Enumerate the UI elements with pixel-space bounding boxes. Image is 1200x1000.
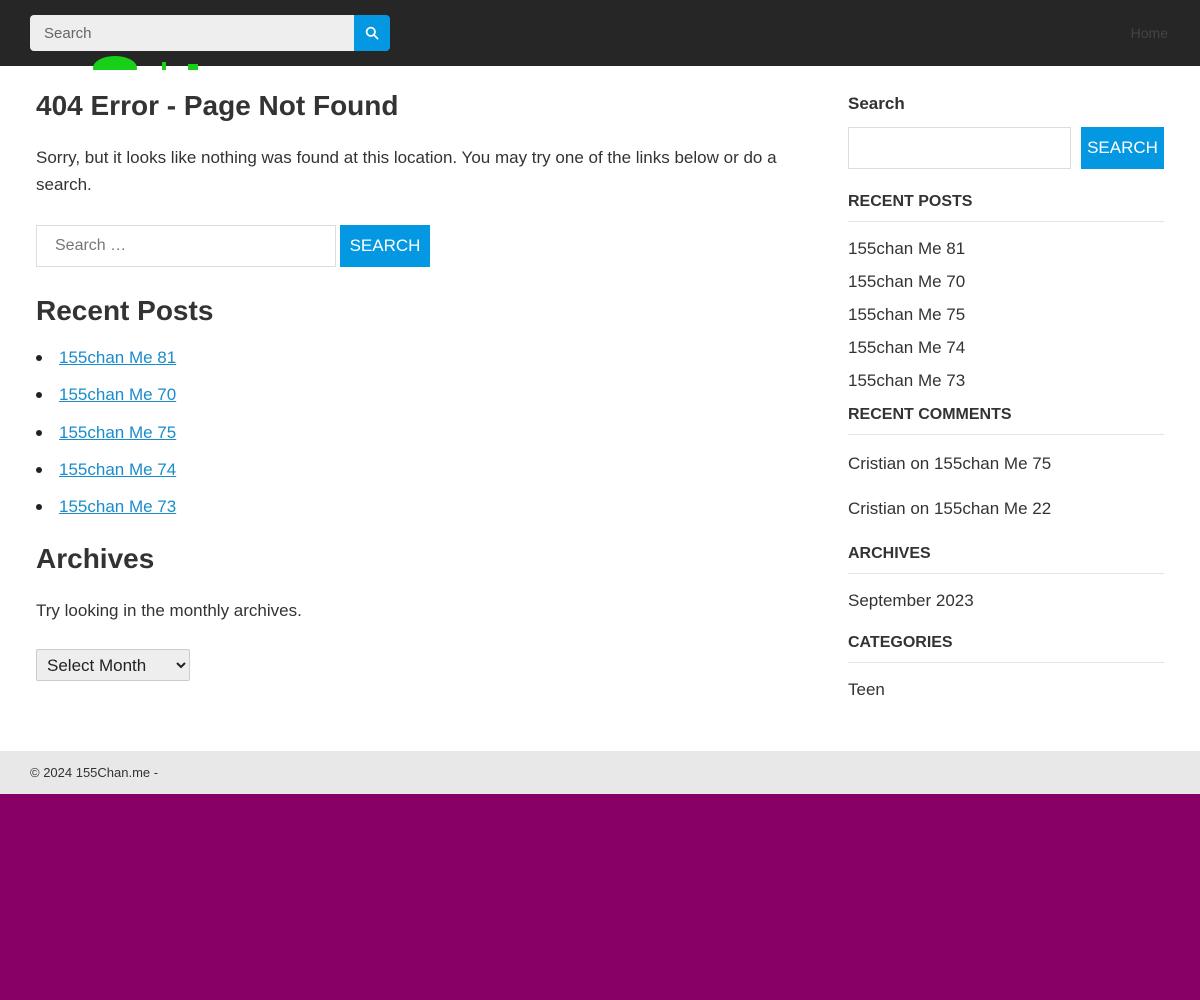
sidebar-recent-post[interactable]: 155chan Me 70 bbox=[848, 271, 1164, 304]
site-logo[interactable] bbox=[90, 52, 220, 70]
archives-text: Try looking in the monthly archives. bbox=[36, 601, 302, 621]
list-item: 155chan Me 81 bbox=[36, 347, 796, 384]
list-item: 155chan Me 74 bbox=[36, 459, 796, 496]
sidebar-search-label: Search bbox=[848, 94, 905, 113]
sidebar-search-form: SEARCH bbox=[848, 127, 1164, 169]
list-item: 155chan Me 75 bbox=[36, 422, 796, 459]
nav-link-home[interactable]: Home bbox=[1131, 25, 1168, 41]
month-select[interactable]: Select Month bbox=[36, 649, 190, 682]
main-search-input[interactable] bbox=[36, 225, 336, 267]
sidebar-archives-heading: ARCHIVES bbox=[848, 544, 1164, 574]
footer-copyright: © 2024 155Chan.me - bbox=[30, 765, 159, 780]
recent-post-link[interactable]: 155chan Me 74 bbox=[59, 460, 176, 479]
logo-graphic bbox=[93, 56, 198, 70]
search-icon bbox=[365, 26, 379, 40]
sidebar-recent-comments-heading: RECENT COMMENTS bbox=[848, 405, 1164, 435]
sidebar-search-input[interactable] bbox=[848, 127, 1071, 169]
sidebar-category-link[interactable]: Teen bbox=[848, 679, 1164, 701]
list-item: 155chan Me 73 bbox=[36, 496, 796, 533]
sidebar-search-button[interactable]: SEARCH bbox=[1081, 127, 1164, 169]
header-search-button[interactable] bbox=[354, 15, 390, 51]
sidebar-recent-posts-heading: RECENT POSTS bbox=[848, 192, 1164, 222]
recent-post-link[interactable]: 155chan Me 70 bbox=[59, 385, 176, 404]
recent-posts-heading: Recent Posts bbox=[36, 295, 214, 326]
header-search-form bbox=[30, 15, 390, 51]
sidebar-recent-comment[interactable]: Cristian on 155chan Me 22 bbox=[848, 498, 1164, 543]
sidebar-recent-post[interactable]: 155chan Me 81 bbox=[848, 238, 1164, 271]
sidebar-archives-list: September 2023 bbox=[848, 590, 1164, 612]
main-search-form: SEARCH bbox=[36, 225, 796, 267]
recent-posts-list: 155chan Me 81 155chan Me 70 155chan Me 7… bbox=[36, 347, 796, 533]
content-area: 404 Error - Page Not Found Sorry, but it… bbox=[0, 66, 1200, 751]
error-message: Sorry, but it looks like nothing was fou… bbox=[36, 148, 777, 194]
sidebar-recent-post[interactable]: 155chan Me 73 bbox=[848, 370, 1164, 403]
main-column: 404 Error - Page Not Found Sorry, but it… bbox=[36, 88, 796, 682]
recent-post-link[interactable]: 155chan Me 73 bbox=[59, 497, 176, 516]
sidebar-archive-link[interactable]: September 2023 bbox=[848, 590, 1164, 612]
page-title: 404 Error - Page Not Found bbox=[36, 90, 399, 121]
recent-post-link[interactable]: 155chan Me 75 bbox=[59, 423, 176, 442]
sidebar-recent-comment[interactable]: Cristian on 155chan Me 75 bbox=[848, 453, 1164, 498]
sidebar-recent-post[interactable]: 155chan Me 74 bbox=[848, 337, 1164, 370]
archives-heading: Archives bbox=[36, 543, 155, 575]
sidebar-categories-heading: CATEGORIES bbox=[848, 633, 1164, 663]
sidebar: Search SEARCH RECENT POSTS 155chan Me 81… bbox=[848, 94, 1164, 701]
main-search-button[interactable]: SEARCH bbox=[340, 225, 430, 267]
list-item: 155chan Me 70 bbox=[36, 384, 796, 421]
sidebar-categories-list: Teen bbox=[848, 679, 1164, 701]
sidebar-recent-comments-list: Cristian on 155chan Me 75 Cristian on 15… bbox=[848, 453, 1164, 543]
header-search-input[interactable] bbox=[30, 15, 354, 51]
sidebar-recent-post[interactable]: 155chan Me 75 bbox=[848, 304, 1164, 337]
recent-post-link[interactable]: 155chan Me 81 bbox=[59, 348, 176, 367]
footer: © 2024 155Chan.me - bbox=[0, 751, 1200, 794]
sidebar-recent-posts-list: 155chan Me 81 155chan Me 70 155chan Me 7… bbox=[848, 238, 1164, 403]
